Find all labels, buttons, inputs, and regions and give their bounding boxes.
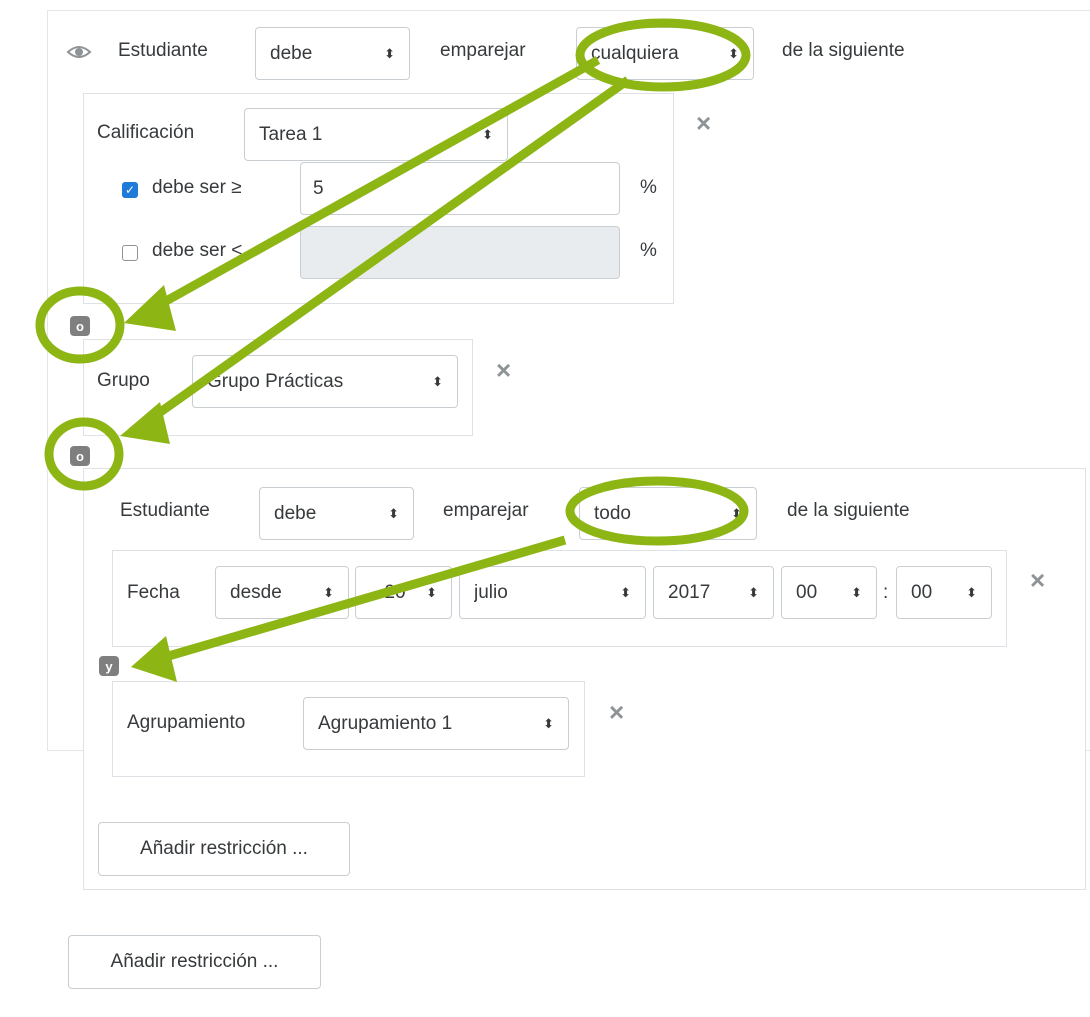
- grouping-label: Agrupamiento: [127, 712, 246, 733]
- nested-add-restriction-button[interactable]: Añadir restricción ...: [98, 822, 350, 876]
- date-hour-select[interactable]: 00 ⬍: [781, 566, 877, 619]
- max-grade-label: debe ser <: [152, 240, 243, 261]
- add-restriction-button[interactable]: Añadir restricción ...: [68, 935, 321, 989]
- date-label: Fecha: [127, 582, 180, 603]
- min-grade-input[interactable]: 5: [300, 162, 620, 215]
- subject-label: Estudiante: [118, 40, 208, 61]
- close-icon[interactable]: ×: [609, 699, 624, 725]
- max-unit-label: %: [640, 240, 657, 261]
- grade-label: Calificación: [97, 122, 195, 143]
- select-arrows-icon: ⬍: [432, 373, 443, 389]
- match-mode-select[interactable]: cualquiera ⬍: [576, 27, 754, 80]
- select-arrows-icon: ⬍: [482, 126, 493, 142]
- min-grade-checkbox[interactable]: ✓: [122, 182, 138, 198]
- select-arrows-icon: ⬍: [426, 584, 437, 600]
- nested-subject-label: Estudiante: [120, 500, 210, 521]
- grade-item-select[interactable]: Tarea 1 ⬍: [244, 108, 508, 161]
- select-arrows-icon: ⬍: [384, 45, 395, 61]
- nested-following-label: de la siguiente: [787, 500, 910, 521]
- date-direction-select[interactable]: desde ⬍: [215, 566, 349, 619]
- must-select[interactable]: debe ⬍: [255, 27, 410, 80]
- group-label: Grupo: [97, 370, 150, 391]
- select-arrows-icon: ⬍: [966, 584, 977, 600]
- select-arrows-icon: ⬍: [543, 715, 554, 731]
- or-connector-badge: o: [70, 446, 90, 466]
- date-month-select[interactable]: julio ⬍: [459, 566, 646, 619]
- close-icon[interactable]: ×: [696, 110, 711, 136]
- nested-match-label: emparejar: [443, 500, 529, 521]
- following-label: de la siguiente: [782, 40, 905, 61]
- and-connector-badge: y: [99, 656, 119, 676]
- select-arrows-icon: ⬍: [748, 584, 759, 600]
- nested-match-mode-select[interactable]: todo ⬍: [579, 487, 757, 540]
- date-year-select[interactable]: 2017 ⬍: [653, 566, 774, 619]
- time-separator: :: [883, 582, 889, 603]
- group-select[interactable]: Grupo Prácticas ⬍: [192, 355, 458, 408]
- date-minute-select[interactable]: 00 ⬍: [896, 566, 992, 619]
- close-icon[interactable]: ×: [496, 357, 511, 383]
- select-arrows-icon: ⬍: [728, 45, 739, 61]
- select-arrows-icon: ⬍: [731, 505, 742, 521]
- min-grade-label: debe ser ≥: [152, 177, 242, 198]
- max-grade-input[interactable]: [300, 226, 620, 279]
- date-day-select[interactable]: 20 ⬍: [355, 566, 452, 619]
- select-arrows-icon: ⬍: [851, 584, 862, 600]
- or-connector-badge: o: [70, 316, 90, 336]
- max-grade-checkbox[interactable]: [122, 245, 138, 261]
- close-icon[interactable]: ×: [1030, 567, 1045, 593]
- select-arrows-icon: ⬍: [388, 505, 399, 521]
- match-label: emparejar: [440, 40, 526, 61]
- select-arrows-icon: ⬍: [620, 584, 631, 600]
- select-arrows-icon: ⬍: [323, 584, 334, 600]
- grouping-select[interactable]: Agrupamiento 1 ⬍: [303, 697, 569, 750]
- eye-icon[interactable]: [66, 42, 92, 62]
- min-unit-label: %: [640, 177, 657, 198]
- nested-must-select[interactable]: debe ⬍: [259, 487, 414, 540]
